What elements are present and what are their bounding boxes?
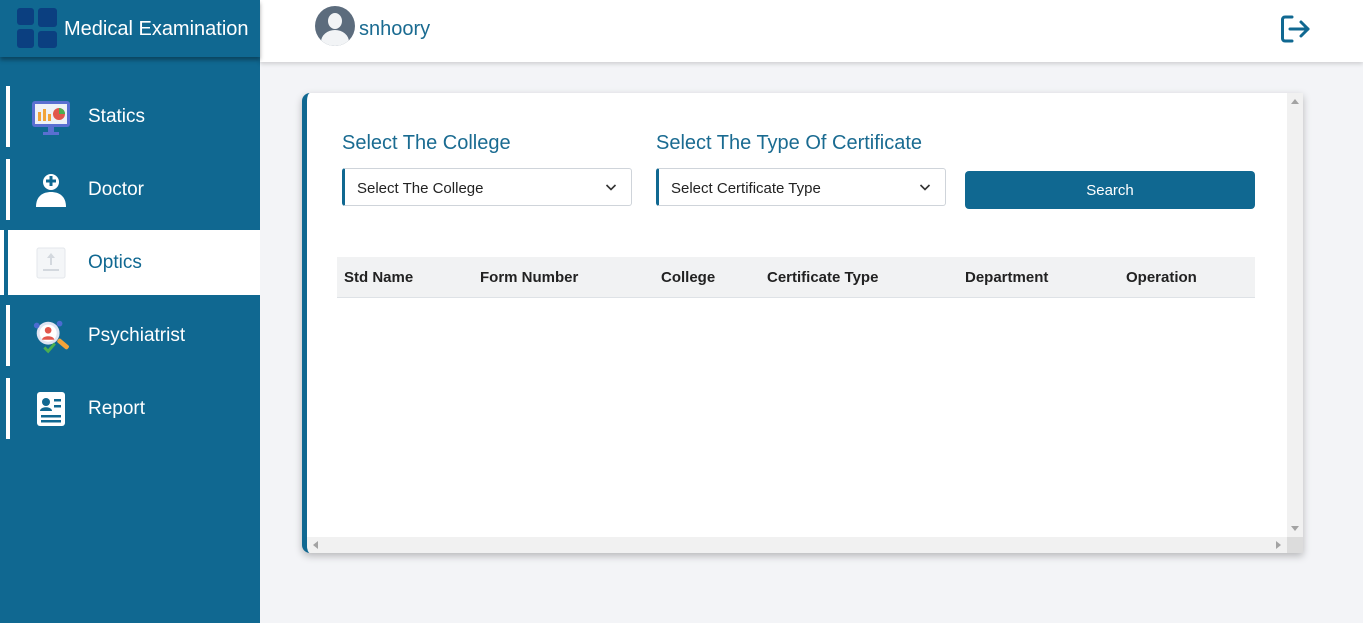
sidebar-nav: Statics Doctor Optics Psychiatrist Repor… <box>0 86 260 451</box>
certificate-type-label: Select The Type Of Certificate <box>656 132 923 154</box>
top-header: snhoory <box>260 0 1363 62</box>
sidebar-item-label: Statics <box>88 105 146 127</box>
column-header-certificate-type[interactable]: Certificate Type <box>767 269 878 286</box>
vertical-scrollbar[interactable] <box>1287 93 1303 537</box>
sidebar-item-doctor[interactable]: Doctor <box>0 159 260 220</box>
optics-card: Select The College Select The College Se… <box>302 93 1303 553</box>
app-title: Medical Examination <box>64 18 249 40</box>
scroll-left-icon[interactable] <box>313 541 318 549</box>
column-header-operation[interactable]: Operation <box>1126 269 1197 286</box>
sidebar-item-report[interactable]: Report <box>0 378 260 439</box>
column-header-department[interactable]: Department <box>965 269 1048 286</box>
psychiatrist-icon <box>31 316 71 356</box>
sidebar-item-label: Psychiatrist <box>88 324 186 346</box>
column-header-std-name[interactable]: Std Name <box>344 269 413 286</box>
scroll-down-icon[interactable] <box>1291 526 1299 531</box>
college-select-value: Select The College <box>357 180 484 197</box>
chevron-down-icon <box>605 184 617 191</box>
college-select[interactable]: Select The College <box>342 168 632 206</box>
app-logo-icon <box>17 8 57 48</box>
scroll-right-icon[interactable] <box>1276 541 1281 549</box>
logout-icon[interactable] <box>1280 14 1312 44</box>
sidebar: Medical Examination Statics Doctor Optic… <box>0 0 260 623</box>
sidebar-item-label: Optics <box>88 251 142 273</box>
statistics-monitor-icon <box>31 97 71 137</box>
avatar[interactable] <box>315 6 355 46</box>
optics-icon <box>31 243 71 283</box>
sidebar-item-statics[interactable]: Statics <box>0 86 260 147</box>
chevron-down-icon <box>919 184 931 191</box>
sidebar-item-psychiatrist[interactable]: Psychiatrist <box>0 305 260 366</box>
scroll-up-icon[interactable] <box>1291 99 1299 104</box>
sidebar-item-label: Report <box>88 397 146 419</box>
username: snhoory <box>359 18 431 40</box>
report-icon <box>31 389 71 429</box>
certificate-type-select-value: Select Certificate Type <box>671 180 821 197</box>
search-button[interactable]: Search <box>965 171 1255 209</box>
certificate-type-select[interactable]: Select Certificate Type <box>656 168 946 206</box>
scrollbar-corner <box>1287 537 1303 553</box>
sidebar-item-label: Doctor <box>88 178 144 200</box>
college-label: Select The College <box>342 132 511 154</box>
column-header-form-number[interactable]: Form Number <box>480 269 578 286</box>
doctor-icon <box>31 170 71 210</box>
horizontal-scrollbar[interactable] <box>307 537 1287 553</box>
column-header-college[interactable]: College <box>661 269 715 286</box>
brand-bar: Medical Examination <box>0 0 260 57</box>
sidebar-item-optics[interactable]: Optics <box>0 230 260 295</box>
table-header: Std Name Form Number College Certificate… <box>337 257 1255 298</box>
